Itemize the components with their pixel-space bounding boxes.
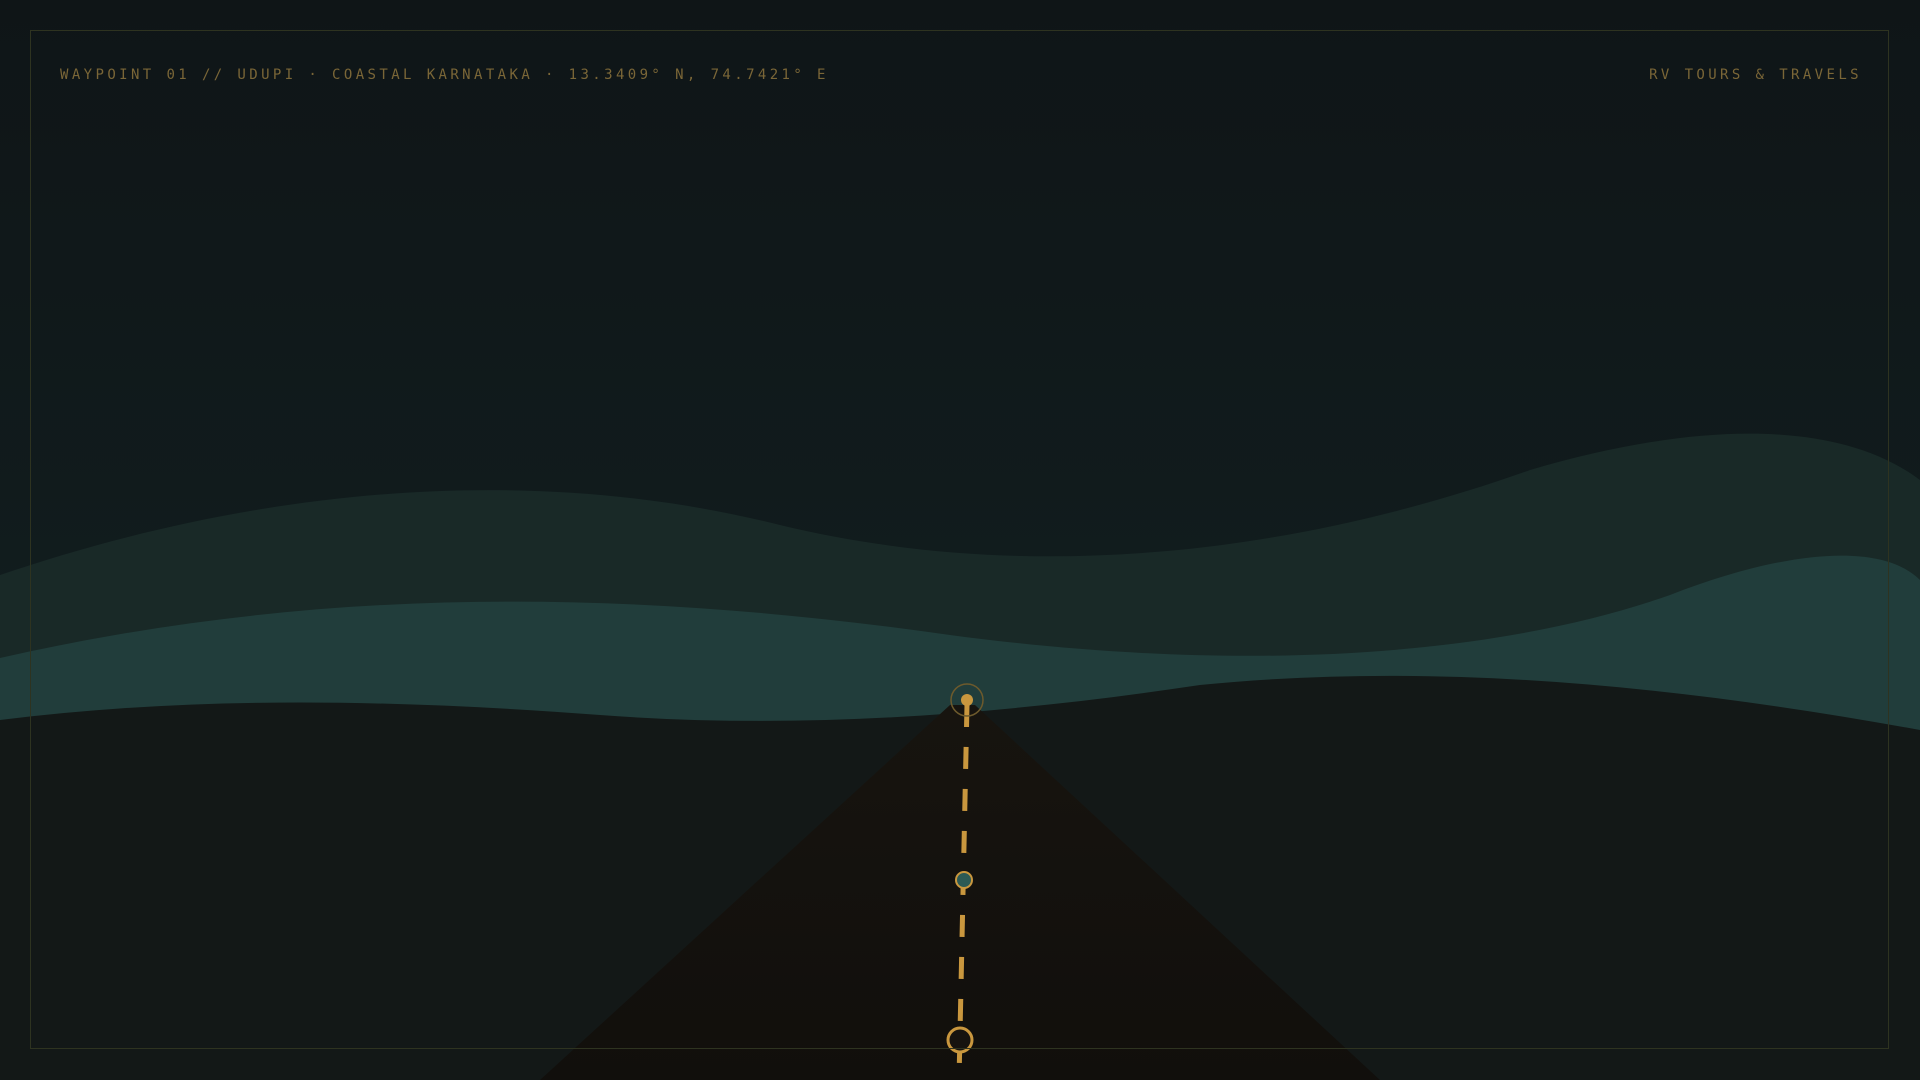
- brand-name: RV TOURS & TRAVELS: [1649, 67, 1862, 83]
- midpoint-marker[interactable]: [955, 871, 973, 889]
- landscape-scene: [0, 0, 1920, 1080]
- origin-marker[interactable]: [946, 1026, 974, 1054]
- waypoint-label: WAYPOINT 01 // UDUPI · COASTAL KARNATAKA…: [60, 67, 829, 83]
